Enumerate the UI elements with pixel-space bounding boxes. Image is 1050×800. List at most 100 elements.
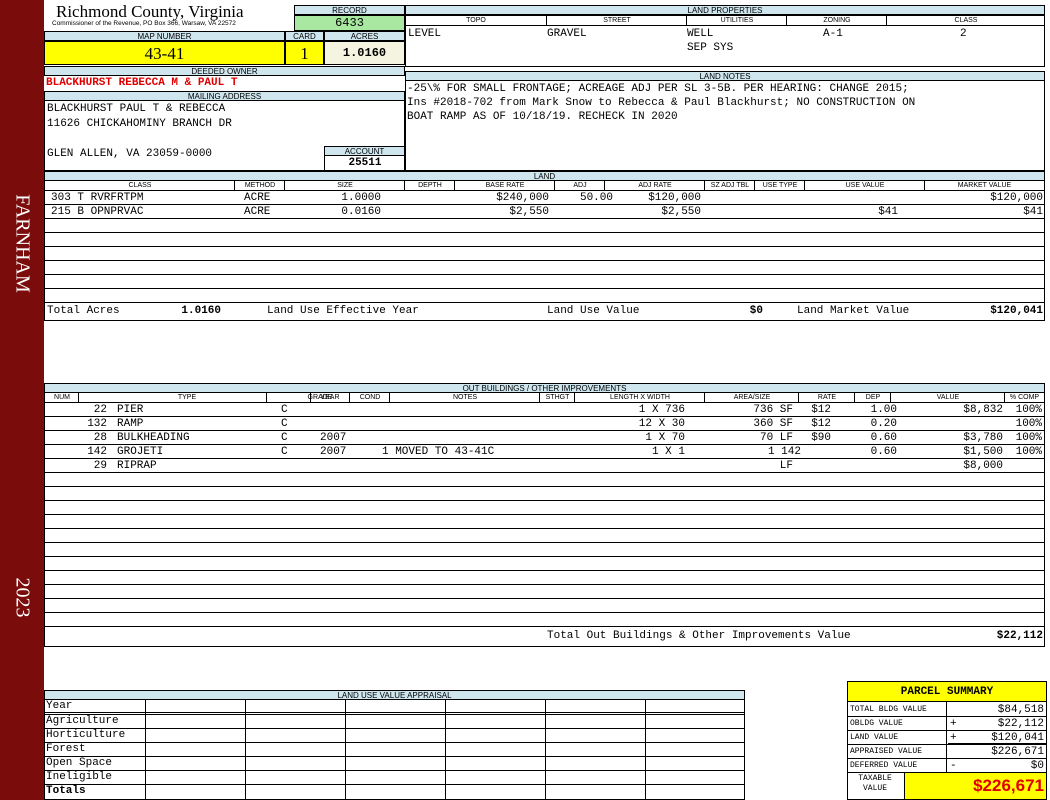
ob-row-lxw: 1 X 70: [645, 432, 685, 444]
ob-row-grade: C: [281, 432, 288, 444]
ob-row-type: RAMP: [117, 418, 144, 430]
land-col-class: CLASS: [128, 182, 152, 189]
ob-row-lxw: 12 X 30: [638, 418, 685, 430]
ob-row-dep: 0.20: [870, 418, 897, 430]
ob-row-type: RIPRAP: [117, 460, 157, 472]
land-note-line: -25\% FOR SMALL FRONTAGE; ACREAGE ADJ PE…: [407, 83, 909, 95]
ob-row-num: 22: [93, 404, 107, 416]
ob-col-sthgt: STHGT: [545, 394, 570, 401]
lua-row-ineligible: Ineligible: [46, 771, 113, 783]
ob-col-rate: RATE: [817, 394, 837, 401]
ps-deferred-op: -: [950, 760, 957, 772]
district-label: FARNHAM: [11, 194, 34, 293]
deeded-owner-label: DEEDED OWNER: [44, 66, 405, 76]
land-notes-box: -25\% FOR SMALL FRONTAGE; ACREAGE ADJ PE…: [405, 81, 1045, 171]
commissioner-address: Commissioner of the Revenue, PO Box 366,…: [52, 20, 236, 27]
ob-row-value: $8,000: [963, 460, 1003, 472]
acres-label: ACRES: [324, 31, 405, 41]
land-col-adj-rate: ADJ RATE: [638, 182, 672, 189]
ob-row-num: 29: [93, 460, 107, 472]
ps-total-bldg-value: $84,518: [997, 704, 1044, 716]
ps-appraised-label: APPRAISED VALUE: [850, 747, 923, 756]
land-properties-box: TOPO STREET UTILITIES ZONING CLASS LEVEL…: [405, 15, 1045, 67]
land-row-size: 0.0160: [341, 206, 381, 218]
ob-row-area: 1 142: [767, 446, 801, 458]
utilities-value: WELL: [687, 28, 714, 40]
ob-row-comp: 100%: [1015, 432, 1042, 444]
lua-row-open-space: Open Space: [46, 757, 113, 769]
parcel-summary-title: PARCEL SUMMARY: [848, 682, 1046, 702]
land-row-market-value: $120,000: [990, 192, 1043, 204]
land-col-adj: ADJ: [573, 182, 587, 189]
county-title: Richmond County, Virginia: [56, 2, 244, 21]
land-col-use-value: USE VALUE: [845, 182, 885, 189]
year-label: 2023: [11, 577, 34, 618]
mailing-line: BLACKHURST PAUL T & REBECCA: [47, 103, 226, 115]
outbuildings-title: OUT BUILDINGS / OTHER IMPROVEMENTS: [44, 383, 1045, 393]
ob-row-area: 70 LF: [759, 432, 793, 444]
class-value: 2: [960, 28, 967, 40]
ob-row-comp: 100%: [1015, 404, 1042, 416]
ob-col-notes: NOTES: [452, 394, 478, 401]
land-title: LAND: [44, 171, 1045, 181]
ob-row-area: 360 SF: [753, 418, 793, 430]
land-row-base-rate: $2,550: [509, 206, 549, 218]
record-label: RECORD: [294, 5, 405, 15]
ob-row-grade: C: [281, 404, 288, 416]
ob-row-year: 2007: [320, 446, 347, 458]
zoning-header: ZONING: [786, 16, 887, 25]
account-label: ACCOUNT: [324, 146, 405, 156]
ob-row-type: PIER: [117, 404, 144, 416]
outbuildings-total-label: Total Out Buildings & Other Improvements…: [547, 630, 851, 642]
land-market-value-label: Land Market Value: [797, 305, 910, 317]
ob-row-grade: C: [281, 418, 288, 430]
land-use-value: $0: [749, 305, 763, 317]
street-header: STREET: [546, 16, 687, 25]
land-notes-title: LAND NOTES: [405, 71, 1045, 81]
ob-row-num: 28: [93, 432, 107, 444]
ob-row-value: $1,500: [963, 446, 1003, 458]
ob-row-comp: 100%: [1015, 418, 1042, 430]
ob-row-notes: 1 MOVED TO 43-41C: [382, 446, 495, 458]
land-row-method: ACRE: [244, 206, 271, 218]
land-row-market-value: $41: [1023, 206, 1043, 218]
ob-row-year: 2007: [320, 432, 347, 444]
ps-taxable-label: TAXABLE VALUE: [858, 774, 892, 793]
utilities-value: SEP SYS: [687, 42, 734, 54]
land-col-use-type: USE TYPE: [762, 182, 798, 189]
ob-row-type: GROJETI: [117, 446, 164, 458]
land-col-method: METHOD: [244, 182, 276, 189]
land-col-market-value: MARKET VALUE: [957, 182, 1012, 189]
land-use-value-label: Land Use Value: [547, 305, 640, 317]
map-number-label: MAP NUMBER: [44, 31, 285, 41]
land-row-class: 303 T RVRFRTPM: [51, 192, 144, 204]
land-use-appraisal-table: Year Agriculture Horticulture Forest Ope…: [44, 700, 745, 800]
land-note-line: Ins #2018-702 from Mark Snow to Rebecca …: [407, 97, 916, 109]
sidebar: FARNHAM 2023: [0, 0, 44, 800]
lua-row-horticulture: Horticulture: [46, 729, 126, 741]
ob-col-comp: % COMP: [1009, 394, 1040, 401]
ps-land-value: $120,041: [991, 732, 1044, 744]
land-row-use-value: $41: [878, 206, 898, 218]
ps-land-label: LAND VALUE: [850, 733, 899, 742]
ob-col-year: YEAR: [320, 394, 340, 401]
account-value: 25511: [324, 156, 405, 171]
lua-row-year: Year: [46, 700, 73, 712]
card-value: 1: [285, 41, 324, 65]
ob-row-num: 142: [87, 446, 107, 458]
lua-row-totals: Totals: [46, 785, 86, 797]
record-value: 6433: [294, 15, 405, 31]
land-col-depth: DEPTH: [418, 182, 442, 189]
land-use-appraisal-title: LAND USE VALUE APPRAISAL: [44, 690, 745, 700]
ob-col-type: TYPE: [177, 394, 197, 401]
land-row-method: ACRE: [244, 192, 271, 204]
land-col-size: SIZE: [337, 182, 353, 189]
ob-row-rate: $12: [811, 418, 831, 430]
ps-taxable-value: $226,671: [904, 773, 1046, 799]
ps-obldg-label: OBLDG VALUE: [850, 719, 903, 728]
ob-col-area: AREA/SIZE: [733, 394, 771, 401]
street-value: GRAVEL: [547, 28, 587, 40]
land-note-line: BOAT RAMP AS OF 10/18/19. RECHECK IN 202…: [407, 111, 678, 123]
deeded-owner-name: BLACKHURST REBECCA M & PAUL T: [46, 77, 238, 89]
topo-value: LEVEL: [408, 28, 442, 40]
